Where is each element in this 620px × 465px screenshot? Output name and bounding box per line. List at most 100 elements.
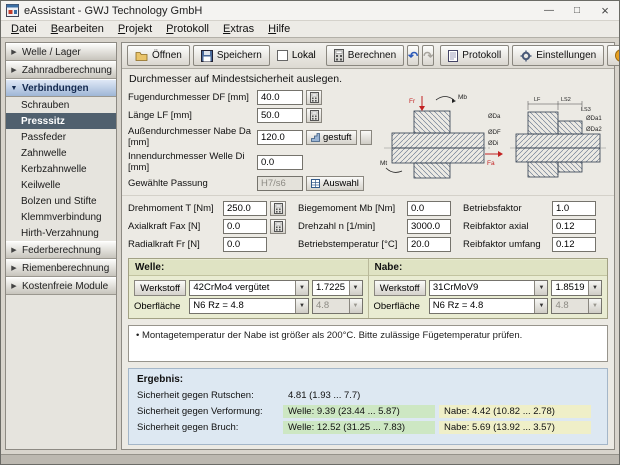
menu-hilfe[interactable]: Hilfe: [261, 22, 297, 36]
sidebar-section-welle-lager[interactable]: Welle / Lager: [6, 43, 116, 61]
field-label: Drehzahl n [1/min]: [298, 221, 404, 232]
reibfaktor-umfang-input[interactable]: [552, 237, 596, 252]
chevron-down-icon: [534, 281, 547, 295]
nabe-material-select[interactable]: 31CrMoV9: [429, 280, 549, 296]
sidebar-section-kostenfreie-module[interactable]: Kostenfreie Module: [6, 277, 116, 295]
betriebsfaktor-input[interactable]: [552, 201, 596, 216]
form-row: Innendurchmesser Welle Di [mm]: [128, 151, 372, 173]
sidebar: Welle / Lager Zahnradberechnung Verbindu…: [5, 42, 117, 450]
close-button[interactable]: ×: [591, 1, 619, 20]
menu-projekt[interactable]: Projekt: [111, 22, 159, 36]
local-checkbox[interactable]: [277, 50, 288, 61]
window-title: eAssistant - GWJ Technology GmbH: [19, 5, 535, 17]
sidebar-item-schrauben[interactable]: Schrauben: [6, 97, 116, 113]
save-button[interactable]: Speichern: [193, 45, 270, 66]
betriebstemperatur-input[interactable]: [407, 237, 451, 252]
loads-column-3: Betriebsfaktor Reibfaktor axial Reibfakt…: [463, 201, 596, 252]
sidebar-section-verbindungen[interactable]: Verbindungen: [6, 79, 116, 97]
force-label: Fr: [409, 98, 416, 105]
sidebar-item-presssitz[interactable]: Presssitz: [6, 113, 116, 129]
field-label: Gewählte Passung: [128, 178, 254, 189]
menu-protokoll[interactable]: Protokoll: [159, 22, 216, 36]
welle-panel: Welle: Werkstoff 42CrMo4 vergütet 1.7225: [129, 259, 368, 318]
axialkraft-input[interactable]: [223, 219, 267, 234]
drehmoment-input[interactable]: [223, 201, 267, 216]
form-row: Drehmoment T [Nm]: [128, 201, 286, 216]
sidebar-filler: [6, 295, 116, 449]
sidebar-item-zahnwelle[interactable]: Zahnwelle: [6, 145, 116, 161]
radialkraft-input[interactable]: [223, 237, 267, 252]
nabe-rz-select: 4.8: [551, 298, 602, 314]
loads-column-2: Biegemoment Mb [Nm] Drehzahl n [1/min] B…: [298, 201, 451, 252]
sidebar-item-kerbzahnwelle[interactable]: Kerbzahnwelle: [6, 161, 116, 177]
form-row: Reibfaktor axial: [463, 219, 596, 234]
sidebar-item-klemmverbindung[interactable]: Klemmverbindung: [6, 209, 116, 225]
sidebar-section-riemenberechnung[interactable]: Riemenberechnung: [6, 259, 116, 277]
minimize-button[interactable]: —: [535, 1, 563, 20]
redo-button[interactable]: ↷: [422, 45, 434, 66]
biegemoment-input[interactable]: [407, 201, 451, 216]
dim-label: LS3: [581, 107, 591, 113]
menu-extras[interactable]: Extras: [216, 22, 261, 36]
menu-bearbeiten[interactable]: Bearbeiten: [44, 22, 111, 36]
nabe-surface-select[interactable]: N6 Rz = 4.8: [429, 298, 549, 314]
form-row: Reibfaktor umfang: [463, 237, 596, 252]
calculator-icon: [334, 49, 344, 62]
sidebar-section-federberechnung[interactable]: Federberechnung: [6, 241, 116, 259]
reibfaktor-axial-input[interactable]: [552, 219, 596, 234]
calculator-icon: [274, 203, 283, 214]
result-label: Sicherheit gegen Rutschen:: [137, 389, 279, 402]
warning-message: • Montagetemperatur der Nabe ist größer …: [128, 325, 608, 362]
auswahl-button[interactable]: Auswahl: [306, 176, 364, 191]
nabe-material-number-select[interactable]: 1.8519: [551, 280, 602, 296]
calculate-button[interactable]: Berechnen: [326, 45, 404, 66]
field-label: Radialkraft Fr [N]: [128, 239, 220, 250]
menu-datei[interactable]: Datei: [4, 22, 44, 36]
results-title: Ergebnis:: [137, 374, 599, 385]
welle-werkstoff-button[interactable]: Werkstoff: [134, 280, 186, 296]
sidebar-item-passfeder[interactable]: Passfeder: [6, 129, 116, 145]
form-row: Biegemoment Mb [Nm]: [298, 201, 451, 216]
innendurchmesser-input[interactable]: [257, 155, 303, 170]
settings-button[interactable]: Einstellungen: [512, 45, 604, 66]
open-button[interactable]: Öffnen: [127, 45, 190, 66]
aussendurchmesser-input[interactable]: [257, 130, 303, 145]
welle-surface-select[interactable]: N6 Rz = 4.8: [189, 298, 309, 314]
maximize-button[interactable]: □: [563, 1, 591, 20]
protocol-button[interactable]: Protokoll: [440, 45, 509, 66]
sidebar-item-bolzen-und-stifte[interactable]: Bolzen und Stifte: [6, 193, 116, 209]
document-icon: [448, 50, 458, 62]
gestuft-button[interactable]: gestuft: [306, 130, 357, 145]
laenge-input[interactable]: [257, 108, 303, 123]
calc-helper-button[interactable]: [306, 90, 322, 105]
result-row: Sicherheit gegen Verformung: Welle: 9.39…: [137, 405, 599, 418]
sidebar-section-zahnradberechnung[interactable]: Zahnradberechnung: [6, 61, 116, 79]
calc-helper-button[interactable]: [306, 108, 322, 123]
toolbar: Öffnen Speichern Lokal: [122, 43, 614, 69]
form-row: Werkstoff 42CrMo4 vergütet 1.7225: [129, 279, 368, 297]
chevron-right-icon: [10, 264, 18, 272]
nabe-panel: Nabe: Werkstoff 31CrMoV9 1.8519 O: [368, 259, 608, 318]
chevron-down-icon: [295, 281, 308, 295]
dim-label: ØDi: [488, 141, 498, 147]
sidebar-section-label: Federberechnung: [22, 245, 101, 256]
welle-header: Welle:: [129, 260, 368, 276]
page-subtitle: Durchmesser auf Mindestsicherheit ausleg…: [122, 69, 614, 87]
sidebar-item-hirth-verzahnung[interactable]: Hirth-Verzahnung: [6, 225, 116, 241]
help-button[interactable]: Hilfe: [607, 45, 620, 66]
gestuft-detail-button[interactable]: [360, 130, 372, 145]
dim-label: ØDa: [488, 114, 501, 120]
calc-helper-button[interactable]: [270, 201, 286, 216]
welle-material-select[interactable]: 42CrMo4 vergütet: [189, 280, 309, 296]
drehzahl-input[interactable]: [407, 219, 451, 234]
undo-button[interactable]: ↶: [407, 45, 419, 66]
redo-icon: ↷: [423, 49, 433, 63]
result-row: Sicherheit gegen Rutschen: 4.81 (1.93 ..…: [137, 389, 599, 402]
nabe-werkstoff-button[interactable]: Werkstoff: [374, 280, 426, 296]
field-label: Fugendurchmesser DF [mm]: [128, 92, 254, 103]
fugendurchmesser-input[interactable]: [257, 90, 303, 105]
calc-helper-button[interactable]: [270, 219, 286, 234]
welle-material-number-select[interactable]: 1.7225: [312, 280, 363, 296]
form-row: Werkstoff 31CrMoV9 1.8519: [369, 279, 608, 297]
sidebar-item-keilwelle[interactable]: Keilwelle: [6, 177, 116, 193]
